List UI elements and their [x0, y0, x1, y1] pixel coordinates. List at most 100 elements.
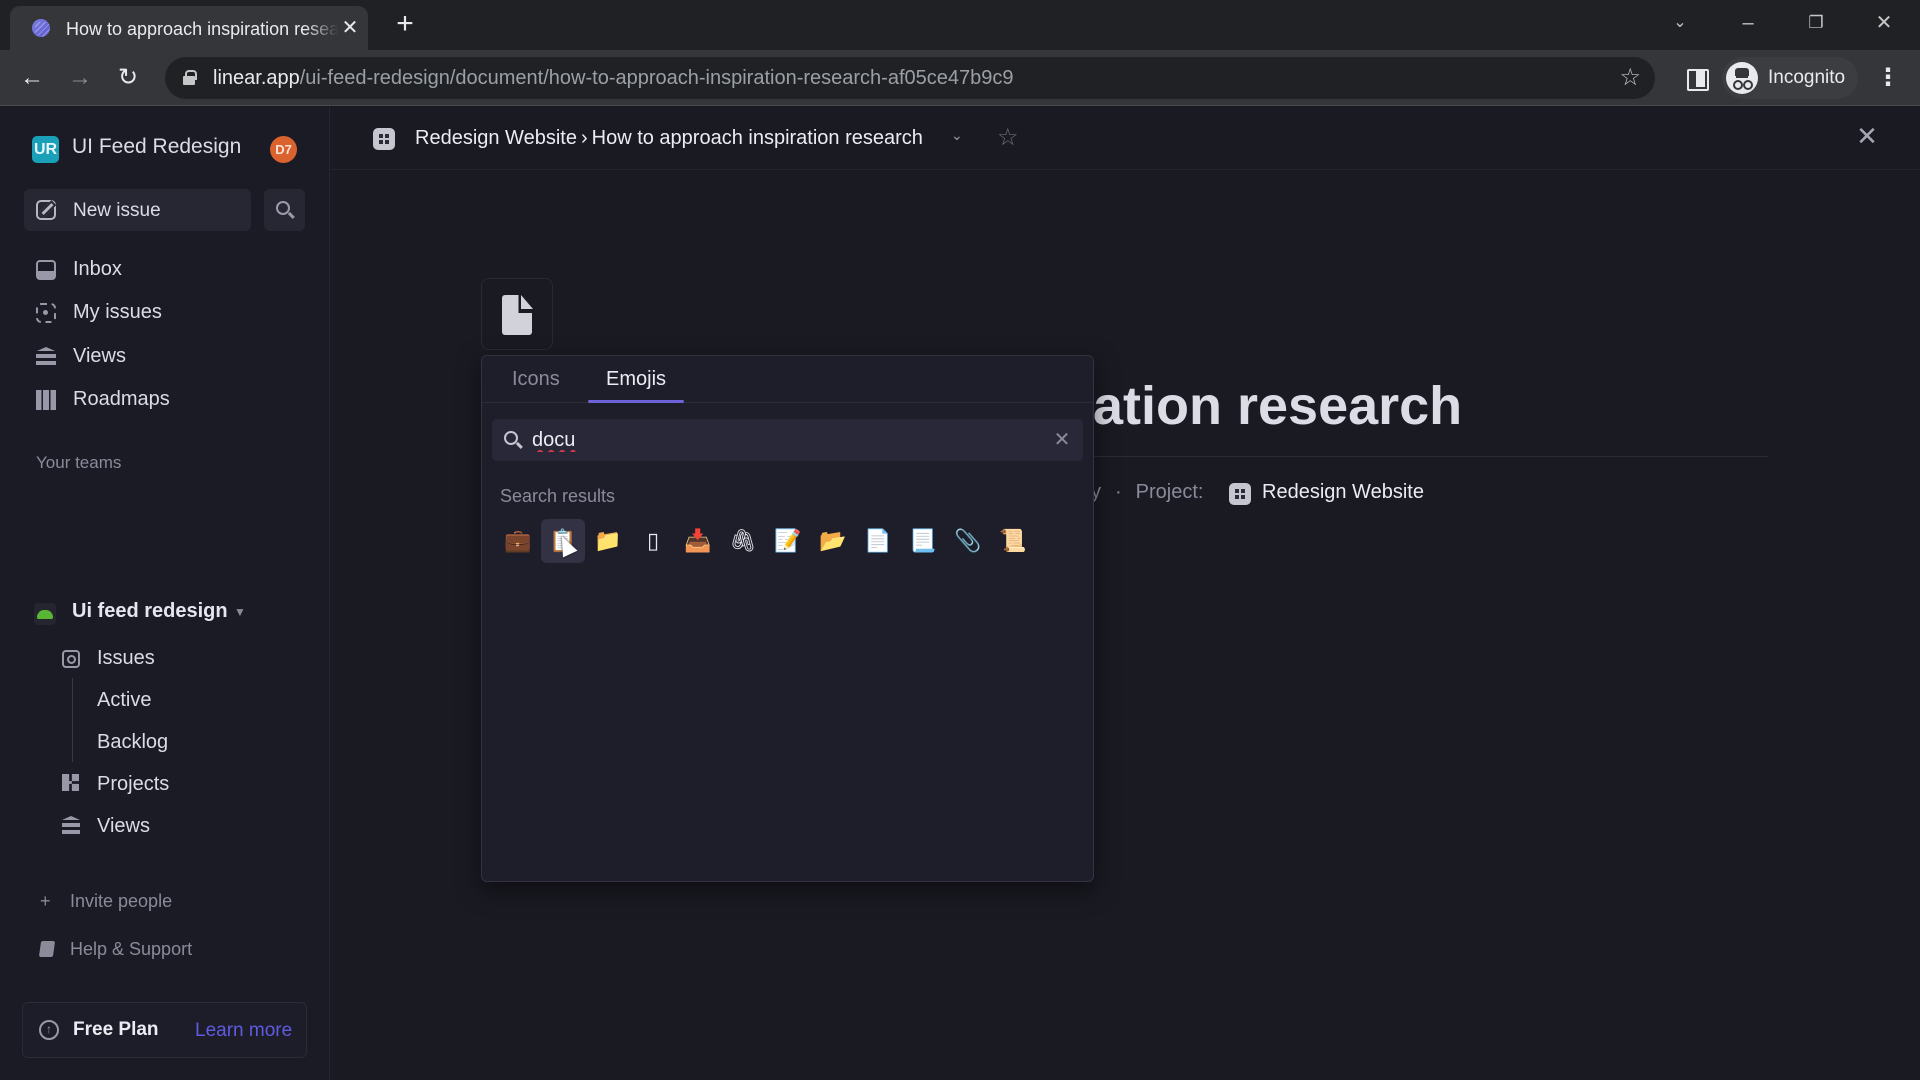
tab-emojis[interactable]: Emojis [606, 368, 666, 391]
incognito-label: Incognito [1768, 67, 1846, 88]
side-panel-icon[interactable] [1680, 62, 1712, 94]
sidebar-item-label: Roadmaps [73, 388, 170, 410]
browser-menu-icon[interactable]: ⋮ [1872, 62, 1904, 94]
compose-icon [36, 200, 56, 220]
project-label: Project: [1135, 481, 1204, 503]
my-issues-icon [36, 303, 56, 323]
breadcrumb-project[interactable]: Redesign Website [415, 127, 577, 149]
plan-label: Free Plan [73, 1019, 159, 1040]
back-button[interactable]: ← [16, 62, 48, 94]
linear-app: UR UI Feed Redesign D7 New issue Inbox M… [0, 107, 1920, 1080]
emoji-open-file-folder[interactable]: 📂 [811, 519, 855, 563]
document-meta: y · Project: [1091, 481, 1204, 503]
close-tab-icon[interactable]: ✕ [338, 16, 362, 40]
workspace-name[interactable]: UI Feed Redesign [72, 135, 241, 159]
emoji-scroll[interactable]: 📜 [991, 519, 1035, 563]
emoji-page-facing-up[interactable]: 📄 [856, 519, 900, 563]
project-link[interactable]: Redesign Website [1262, 481, 1424, 504]
emoji-linked-paperclips[interactable]: 🖇 [721, 519, 765, 563]
emoji-search-input[interactable] [532, 426, 1032, 454]
document-title[interactable]: ation research [1093, 375, 1462, 437]
lock-icon[interactable] [183, 70, 197, 85]
browser-toolbar: ← → ↻ linear.app/ui-feed-redesign/docume… [0, 50, 1920, 106]
document-icon-button[interactable] [481, 278, 553, 350]
address-bar[interactable]: linear.app/ui-feed-redesign/document/how… [165, 57, 1655, 99]
divider [1093, 456, 1768, 457]
search-icon [276, 201, 290, 215]
project-icon [373, 128, 395, 150]
active-tab-indicator [588, 400, 684, 403]
free-plan-banner: ↑ Free Plan Learn more [22, 1002, 307, 1058]
tab-title: How to approach inspiration research [66, 19, 338, 39]
close-window-button[interactable]: ✕ [1864, 8, 1904, 38]
plus-icon: + [40, 891, 51, 911]
emoji-file-folder[interactable]: 📁 [586, 519, 630, 563]
bookmark-star-icon[interactable]: ☆ [1619, 63, 1641, 92]
tab-search-chevron-icon[interactable]: ⌄ [1660, 8, 1700, 38]
views-icon [36, 347, 56, 367]
incognito-icon [1726, 62, 1758, 94]
document-header: Redesign Website › How to approach inspira… [331, 107, 1920, 170]
document-icon-fold [521, 295, 533, 309]
team-caret-icon[interactable]: ▼ [234, 605, 246, 619]
team-name[interactable]: Ui feed redesign [72, 600, 228, 623]
issues-icon [62, 650, 80, 668]
sidebar-item-label: Inbox [73, 258, 122, 280]
learn-more-link[interactable]: Learn more [195, 1020, 292, 1042]
browser-tab-strip: How to approach inspiration research ✕ +… [0, 0, 1920, 50]
new-tab-button[interactable]: + [390, 9, 420, 40]
close-document-icon[interactable]: ✕ [1852, 121, 1882, 152]
linear-favicon-icon [32, 19, 50, 37]
favorite-star-icon[interactable]: ☆ [997, 123, 1019, 152]
emoji-mobile-phone[interactable]: ▯ [631, 519, 675, 563]
project-icon [1229, 483, 1251, 505]
tree-line [72, 678, 73, 762]
emoji-briefcase[interactable]: 💼 [496, 519, 540, 563]
breadcrumb: Redesign Website › How to approach inspira… [415, 127, 923, 149]
projects-icon [62, 774, 79, 791]
new-issue-button[interactable]: New issue [24, 189, 251, 231]
search-results-heading: Search results [500, 486, 616, 506]
sidebar-item-roadmaps[interactable]: Roadmaps [30, 383, 310, 415]
forward-button[interactable]: → [64, 62, 96, 94]
emoji-inbox-tray[interactable]: 📥 [676, 519, 720, 563]
url-text[interactable]: linear.app/ui-feed-redesign/document/how… [213, 67, 1014, 90]
emoji-memo[interactable]: 📝 [766, 519, 810, 563]
sidebar: UR UI Feed Redesign D7 New issue Inbox M… [0, 107, 330, 1080]
icon-picker-popover: Icons Emojis ✕ Search results 💼📋📁▯📥🖇📝📂📄📃… [481, 355, 1094, 882]
invite-people-button[interactable]: + Invite people [40, 891, 172, 912]
search-button[interactable] [264, 189, 305, 231]
document-icon [502, 295, 532, 335]
inbox-icon [36, 260, 56, 280]
incognito-profile-button[interactable]: Incognito [1722, 57, 1858, 99]
search-icon [504, 431, 518, 445]
emoji-paperclip[interactable]: 📎 [946, 519, 990, 563]
roadmap-icon [36, 390, 56, 410]
book-icon [38, 941, 56, 957]
chevron-down-icon[interactable]: ⌄ [951, 127, 963, 144]
sidebar-item-label: My issues [73, 301, 162, 323]
clear-search-icon[interactable]: ✕ [1050, 427, 1074, 452]
sidebar-item-inbox[interactable]: Inbox [30, 253, 310, 285]
user-avatar[interactable]: D7 [270, 136, 297, 163]
help-support-button[interactable]: Help & Support [38, 939, 192, 960]
workspace-logo[interactable]: UR [32, 136, 59, 163]
restore-button[interactable]: ❐ [1796, 8, 1836, 38]
tab-icons[interactable]: Icons [512, 368, 560, 391]
team-cloud-icon [34, 603, 56, 625]
browser-tab[interactable]: How to approach inspiration research ✕ [10, 6, 368, 50]
views-icon [62, 816, 80, 834]
your-teams-heading: Your teams [36, 453, 122, 472]
breadcrumb-document[interactable]: How to approach inspiration research [592, 127, 923, 149]
reload-button[interactable]: ↻ [112, 62, 144, 94]
emoji-page-with-curl[interactable]: 📃 [901, 519, 945, 563]
upgrade-arrow-icon: ↑ [39, 1020, 59, 1040]
document-view: Redesign Website › How to approach inspira… [331, 107, 1920, 1080]
emoji-search-field: ✕ [492, 419, 1083, 461]
sidebar-item-label: Views [73, 345, 126, 367]
sidebar-item-my-issues[interactable]: My issues [30, 296, 310, 328]
minimize-button[interactable]: – [1728, 8, 1768, 38]
picker-tabs: Icons Emojis [482, 356, 1093, 403]
sidebar-item-views[interactable]: Views [30, 340, 310, 372]
new-issue-label: New issue [73, 200, 161, 221]
